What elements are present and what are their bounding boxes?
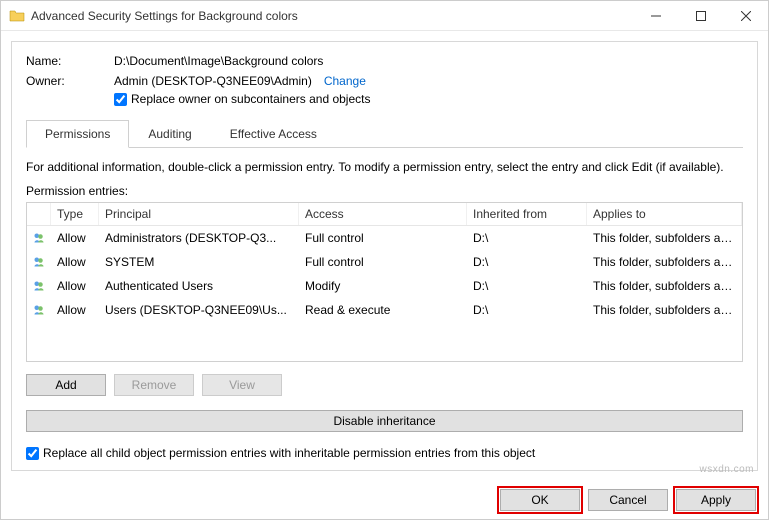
- owner-row: Owner: Admin (DESKTOP-Q3NEE09\Admin) Cha…: [26, 74, 743, 106]
- window-buttons: [633, 1, 768, 30]
- apply-button[interactable]: Apply: [676, 489, 756, 511]
- maximize-button[interactable]: [678, 1, 723, 30]
- titlebar: Advanced Security Settings for Backgroun…: [1, 1, 768, 31]
- table-body: AllowAdministrators (DESKTOP-Q3...Full c…: [27, 226, 742, 322]
- name-label: Name:: [26, 54, 114, 68]
- users-icon: [27, 228, 51, 248]
- cell-applies: This folder, subfolders and files: [587, 253, 742, 271]
- cell-type: Allow: [51, 301, 99, 319]
- window-title: Advanced Security Settings for Backgroun…: [31, 9, 633, 23]
- cell-inherited: D:\: [467, 253, 587, 271]
- inner-panel: Name: D:\Document\Image\Background color…: [11, 41, 758, 471]
- table-row[interactable]: AllowAuthenticated UsersModifyD:\This fo…: [27, 274, 742, 298]
- name-row: Name: D:\Document\Image\Background color…: [26, 54, 743, 68]
- replace-all-checkbox[interactable]: Replace all child object permission entr…: [26, 446, 743, 460]
- col-principal-header[interactable]: Principal: [99, 203, 299, 225]
- replace-all-label: Replace all child object permission entr…: [43, 446, 535, 460]
- cell-principal: Authenticated Users: [99, 277, 299, 295]
- cell-type: Allow: [51, 229, 99, 247]
- folder-icon: [9, 8, 25, 24]
- cell-principal: SYSTEM: [99, 253, 299, 271]
- cell-type: Allow: [51, 277, 99, 295]
- entries-label: Permission entries:: [26, 184, 743, 198]
- replace-owner-label: Replace owner on subcontainers and objec…: [131, 92, 370, 106]
- name-value: D:\Document\Image\Background colors: [114, 54, 743, 68]
- cell-principal: Users (DESKTOP-Q3NEE09\Us...: [99, 301, 299, 319]
- permission-entries-table: Type Principal Access Inherited from App…: [26, 202, 743, 362]
- content: Name: D:\Document\Image\Background color…: [1, 31, 768, 481]
- window: Advanced Security Settings for Backgroun…: [0, 0, 769, 520]
- owner-label: Owner:: [26, 74, 114, 88]
- footer: OK Cancel Apply: [1, 481, 768, 519]
- table-row[interactable]: AllowAdministrators (DESKTOP-Q3...Full c…: [27, 226, 742, 250]
- table-header[interactable]: Type Principal Access Inherited from App…: [27, 203, 742, 226]
- add-button[interactable]: Add: [26, 374, 106, 396]
- cell-access: Modify: [299, 277, 467, 295]
- replace-all-input[interactable]: [26, 447, 39, 460]
- disable-inheritance-button[interactable]: Disable inheritance: [26, 410, 743, 432]
- cancel-button[interactable]: Cancel: [588, 489, 668, 511]
- cell-inherited: D:\: [467, 229, 587, 247]
- col-applies-header[interactable]: Applies to: [587, 203, 742, 225]
- owner-value: Admin (DESKTOP-Q3NEE09\Admin): [114, 74, 312, 88]
- users-icon: [27, 252, 51, 272]
- cell-applies: This folder, subfolders and files: [587, 301, 742, 319]
- cell-access: Full control: [299, 229, 467, 247]
- info-text: For additional information, double-click…: [26, 160, 743, 174]
- cell-type: Allow: [51, 253, 99, 271]
- tab-auditing[interactable]: Auditing: [129, 120, 210, 148]
- table-row[interactable]: AllowSYSTEMFull controlD:\This folder, s…: [27, 250, 742, 274]
- minimize-button[interactable]: [633, 1, 678, 30]
- cell-principal: Administrators (DESKTOP-Q3...: [99, 229, 299, 247]
- tabs: Permissions Auditing Effective Access: [26, 120, 743, 148]
- cell-access: Read & execute: [299, 301, 467, 319]
- replace-owner-input[interactable]: [114, 93, 127, 106]
- cell-applies: This folder, subfolders and files: [587, 229, 742, 247]
- cell-inherited: D:\: [467, 277, 587, 295]
- change-owner-link[interactable]: Change: [324, 74, 366, 88]
- close-button[interactable]: [723, 1, 768, 30]
- view-button[interactable]: View: [202, 374, 282, 396]
- tab-effective-access[interactable]: Effective Access: [211, 120, 336, 148]
- table-row[interactable]: AllowUsers (DESKTOP-Q3NEE09\Us...Read & …: [27, 298, 742, 322]
- cell-applies: This folder, subfolders and files: [587, 277, 742, 295]
- remove-button[interactable]: Remove: [114, 374, 194, 396]
- tab-permissions[interactable]: Permissions: [26, 120, 129, 148]
- replace-owner-checkbox[interactable]: Replace owner on subcontainers and objec…: [114, 92, 743, 106]
- col-inherited-header[interactable]: Inherited from: [467, 203, 587, 225]
- cell-inherited: D:\: [467, 301, 587, 319]
- ok-button[interactable]: OK: [500, 489, 580, 511]
- col-icon-header: [27, 203, 51, 225]
- col-type-header[interactable]: Type: [51, 203, 99, 225]
- entry-buttons: Add Remove View: [26, 374, 743, 396]
- users-icon: [27, 300, 51, 320]
- users-icon: [27, 276, 51, 296]
- cell-access: Full control: [299, 253, 467, 271]
- col-access-header[interactable]: Access: [299, 203, 467, 225]
